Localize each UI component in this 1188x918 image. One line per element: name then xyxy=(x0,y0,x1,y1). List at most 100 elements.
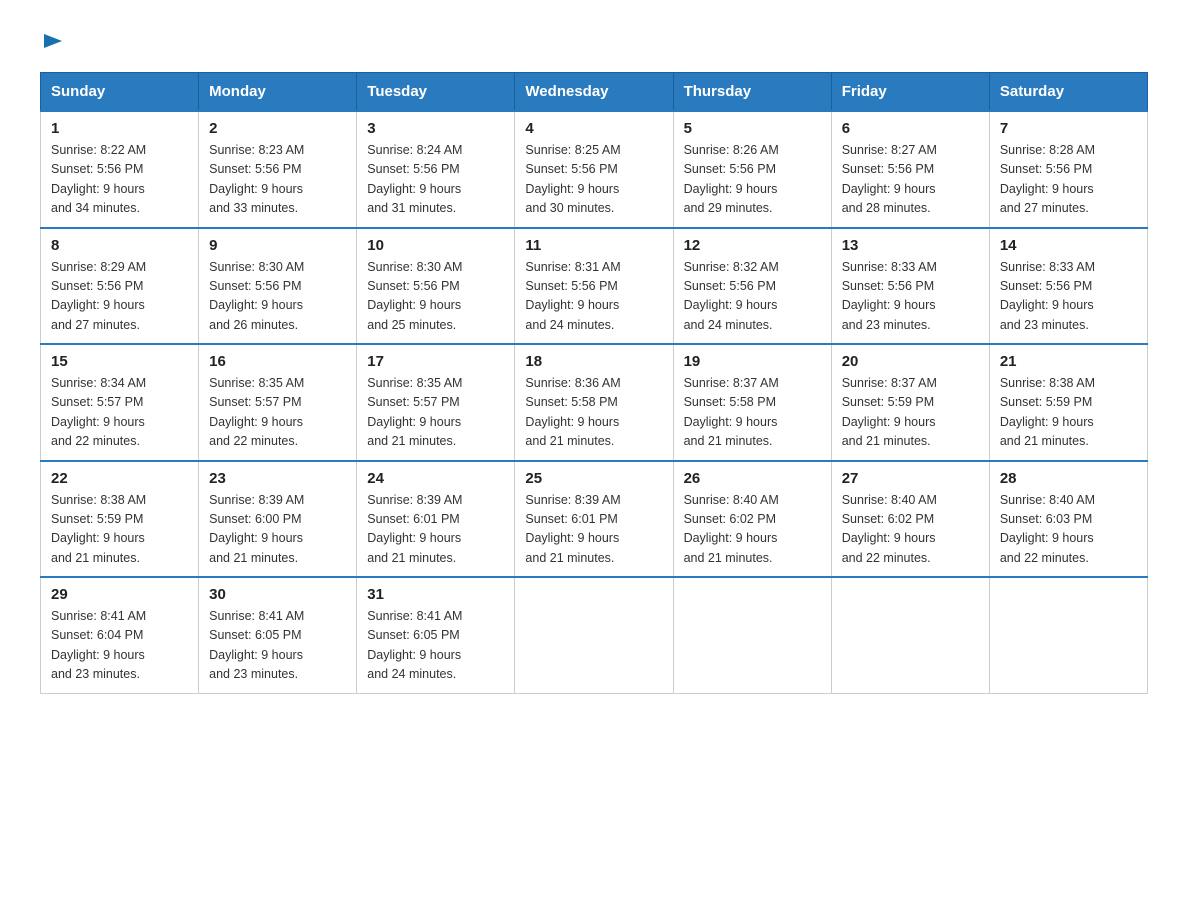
day-number: 28 xyxy=(1000,470,1137,487)
calendar-cell xyxy=(673,577,831,693)
calendar-cell: 22 Sunrise: 8:38 AMSunset: 5:59 PMDaylig… xyxy=(41,461,199,578)
calendar-cell: 13 Sunrise: 8:33 AMSunset: 5:56 PMDaylig… xyxy=(831,228,989,345)
calendar-week-2: 8 Sunrise: 8:29 AMSunset: 5:56 PMDayligh… xyxy=(41,228,1148,345)
day-number: 30 xyxy=(209,586,346,603)
day-number: 16 xyxy=(209,353,346,370)
calendar-cell: 29 Sunrise: 8:41 AMSunset: 6:04 PMDaylig… xyxy=(41,577,199,693)
calendar-cell: 6 Sunrise: 8:27 AMSunset: 5:56 PMDayligh… xyxy=(831,111,989,228)
day-info: Sunrise: 8:22 AMSunset: 5:56 PMDaylight:… xyxy=(51,143,146,215)
day-number: 31 xyxy=(367,586,504,603)
calendar-cell: 15 Sunrise: 8:34 AMSunset: 5:57 PMDaylig… xyxy=(41,344,199,461)
day-info: Sunrise: 8:35 AMSunset: 5:57 PMDaylight:… xyxy=(209,376,304,448)
day-info: Sunrise: 8:41 AMSunset: 6:04 PMDaylight:… xyxy=(51,609,146,681)
calendar-week-3: 15 Sunrise: 8:34 AMSunset: 5:57 PMDaylig… xyxy=(41,344,1148,461)
day-info: Sunrise: 8:30 AMSunset: 5:56 PMDaylight:… xyxy=(209,260,304,332)
day-info: Sunrise: 8:25 AMSunset: 5:56 PMDaylight:… xyxy=(525,143,620,215)
calendar-cell: 9 Sunrise: 8:30 AMSunset: 5:56 PMDayligh… xyxy=(199,228,357,345)
logo xyxy=(40,30,64,52)
calendar-cell: 17 Sunrise: 8:35 AMSunset: 5:57 PMDaylig… xyxy=(357,344,515,461)
calendar-table: SundayMondayTuesdayWednesdayThursdayFrid… xyxy=(40,72,1148,694)
calendar-body: 1 Sunrise: 8:22 AMSunset: 5:56 PMDayligh… xyxy=(41,111,1148,693)
day-info: Sunrise: 8:33 AMSunset: 5:56 PMDaylight:… xyxy=(1000,260,1095,332)
day-number: 11 xyxy=(525,237,662,254)
day-info: Sunrise: 8:40 AMSunset: 6:02 PMDaylight:… xyxy=(684,493,779,565)
day-info: Sunrise: 8:39 AMSunset: 6:01 PMDaylight:… xyxy=(525,493,620,565)
day-number: 17 xyxy=(367,353,504,370)
day-info: Sunrise: 8:38 AMSunset: 5:59 PMDaylight:… xyxy=(51,493,146,565)
day-number: 22 xyxy=(51,470,188,487)
day-number: 1 xyxy=(51,120,188,137)
calendar-week-1: 1 Sunrise: 8:22 AMSunset: 5:56 PMDayligh… xyxy=(41,111,1148,228)
day-number: 26 xyxy=(684,470,821,487)
weekday-header-tuesday: Tuesday xyxy=(357,73,515,112)
calendar-cell: 21 Sunrise: 8:38 AMSunset: 5:59 PMDaylig… xyxy=(989,344,1147,461)
calendar-cell: 1 Sunrise: 8:22 AMSunset: 5:56 PMDayligh… xyxy=(41,111,199,228)
day-info: Sunrise: 8:37 AMSunset: 5:58 PMDaylight:… xyxy=(684,376,779,448)
day-info: Sunrise: 8:40 AMSunset: 6:03 PMDaylight:… xyxy=(1000,493,1095,565)
day-number: 7 xyxy=(1000,120,1137,137)
calendar-cell: 7 Sunrise: 8:28 AMSunset: 5:56 PMDayligh… xyxy=(989,111,1147,228)
day-info: Sunrise: 8:26 AMSunset: 5:56 PMDaylight:… xyxy=(684,143,779,215)
weekday-header-row: SundayMondayTuesdayWednesdayThursdayFrid… xyxy=(41,73,1148,112)
calendar-cell: 28 Sunrise: 8:40 AMSunset: 6:03 PMDaylig… xyxy=(989,461,1147,578)
calendar-cell: 4 Sunrise: 8:25 AMSunset: 5:56 PMDayligh… xyxy=(515,111,673,228)
day-number: 29 xyxy=(51,586,188,603)
day-number: 27 xyxy=(842,470,979,487)
day-info: Sunrise: 8:24 AMSunset: 5:56 PMDaylight:… xyxy=(367,143,462,215)
calendar-cell: 31 Sunrise: 8:41 AMSunset: 6:05 PMDaylig… xyxy=(357,577,515,693)
day-info: Sunrise: 8:32 AMSunset: 5:56 PMDaylight:… xyxy=(684,260,779,332)
day-info: Sunrise: 8:39 AMSunset: 6:00 PMDaylight:… xyxy=(209,493,304,565)
day-info: Sunrise: 8:31 AMSunset: 5:56 PMDaylight:… xyxy=(525,260,620,332)
day-info: Sunrise: 8:23 AMSunset: 5:56 PMDaylight:… xyxy=(209,143,304,215)
weekday-header-wednesday: Wednesday xyxy=(515,73,673,112)
day-number: 12 xyxy=(684,237,821,254)
day-info: Sunrise: 8:36 AMSunset: 5:58 PMDaylight:… xyxy=(525,376,620,448)
weekday-header-friday: Friday xyxy=(831,73,989,112)
day-info: Sunrise: 8:41 AMSunset: 6:05 PMDaylight:… xyxy=(209,609,304,681)
calendar-cell: 18 Sunrise: 8:36 AMSunset: 5:58 PMDaylig… xyxy=(515,344,673,461)
day-number: 21 xyxy=(1000,353,1137,370)
calendar-cell: 20 Sunrise: 8:37 AMSunset: 5:59 PMDaylig… xyxy=(831,344,989,461)
calendar-cell: 12 Sunrise: 8:32 AMSunset: 5:56 PMDaylig… xyxy=(673,228,831,345)
day-number: 25 xyxy=(525,470,662,487)
day-info: Sunrise: 8:39 AMSunset: 6:01 PMDaylight:… xyxy=(367,493,462,565)
calendar-cell xyxy=(831,577,989,693)
day-info: Sunrise: 8:33 AMSunset: 5:56 PMDaylight:… xyxy=(842,260,937,332)
day-number: 5 xyxy=(684,120,821,137)
day-info: Sunrise: 8:35 AMSunset: 5:57 PMDaylight:… xyxy=(367,376,462,448)
day-number: 8 xyxy=(51,237,188,254)
calendar-cell: 26 Sunrise: 8:40 AMSunset: 6:02 PMDaylig… xyxy=(673,461,831,578)
calendar-cell: 3 Sunrise: 8:24 AMSunset: 5:56 PMDayligh… xyxy=(357,111,515,228)
calendar-cell: 30 Sunrise: 8:41 AMSunset: 6:05 PMDaylig… xyxy=(199,577,357,693)
day-number: 13 xyxy=(842,237,979,254)
calendar-cell: 27 Sunrise: 8:40 AMSunset: 6:02 PMDaylig… xyxy=(831,461,989,578)
day-number: 4 xyxy=(525,120,662,137)
calendar-week-4: 22 Sunrise: 8:38 AMSunset: 5:59 PMDaylig… xyxy=(41,461,1148,578)
day-info: Sunrise: 8:27 AMSunset: 5:56 PMDaylight:… xyxy=(842,143,937,215)
day-info: Sunrise: 8:29 AMSunset: 5:56 PMDaylight:… xyxy=(51,260,146,332)
day-info: Sunrise: 8:34 AMSunset: 5:57 PMDaylight:… xyxy=(51,376,146,448)
weekday-header-saturday: Saturday xyxy=(989,73,1147,112)
calendar-header: SundayMondayTuesdayWednesdayThursdayFrid… xyxy=(41,73,1148,112)
calendar-cell: 2 Sunrise: 8:23 AMSunset: 5:56 PMDayligh… xyxy=(199,111,357,228)
day-info: Sunrise: 8:41 AMSunset: 6:05 PMDaylight:… xyxy=(367,609,462,681)
day-number: 20 xyxy=(842,353,979,370)
day-number: 15 xyxy=(51,353,188,370)
day-number: 18 xyxy=(525,353,662,370)
day-number: 23 xyxy=(209,470,346,487)
day-info: Sunrise: 8:38 AMSunset: 5:59 PMDaylight:… xyxy=(1000,376,1095,448)
day-number: 19 xyxy=(684,353,821,370)
calendar-week-5: 29 Sunrise: 8:41 AMSunset: 6:04 PMDaylig… xyxy=(41,577,1148,693)
calendar-cell: 16 Sunrise: 8:35 AMSunset: 5:57 PMDaylig… xyxy=(199,344,357,461)
day-number: 2 xyxy=(209,120,346,137)
weekday-header-monday: Monday xyxy=(199,73,357,112)
calendar-cell: 8 Sunrise: 8:29 AMSunset: 5:56 PMDayligh… xyxy=(41,228,199,345)
day-number: 24 xyxy=(367,470,504,487)
calendar-cell: 25 Sunrise: 8:39 AMSunset: 6:01 PMDaylig… xyxy=(515,461,673,578)
weekday-header-thursday: Thursday xyxy=(673,73,831,112)
calendar-cell: 24 Sunrise: 8:39 AMSunset: 6:01 PMDaylig… xyxy=(357,461,515,578)
calendar-cell: 10 Sunrise: 8:30 AMSunset: 5:56 PMDaylig… xyxy=(357,228,515,345)
logo-arrow-icon xyxy=(42,30,64,52)
calendar-cell: 5 Sunrise: 8:26 AMSunset: 5:56 PMDayligh… xyxy=(673,111,831,228)
day-number: 14 xyxy=(1000,237,1137,254)
